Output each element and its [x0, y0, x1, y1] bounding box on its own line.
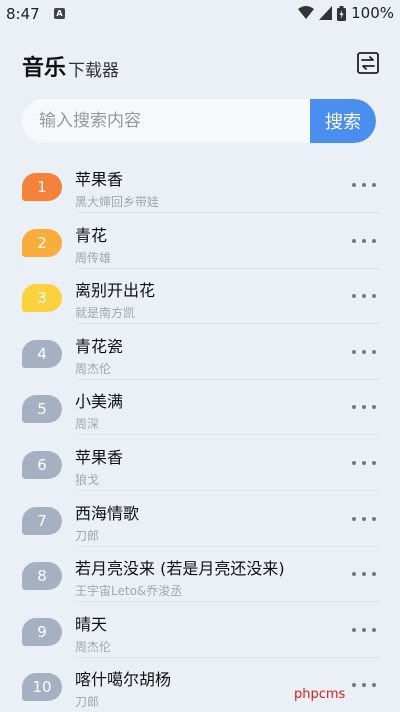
more-options-icon[interactable] [352, 342, 376, 362]
status-bar: 8:47 A 100% [0, 0, 400, 28]
search-button[interactable]: 搜索 [310, 99, 376, 143]
page-subtitle: 下载器 [68, 61, 119, 81]
wifi-icon [298, 6, 315, 19]
more-dot [372, 183, 376, 187]
song-row[interactable]: 2 青花周传雄 [0, 213, 400, 269]
song-row[interactable]: 7 西海情歌刀郎 [0, 491, 400, 547]
more-dot [352, 516, 356, 521]
page-title: 音乐 [22, 56, 67, 81]
song-row[interactable]: 1 苹果香黑大婶回乡带娃 [0, 157, 400, 213]
more-options-icon[interactable] [352, 675, 376, 695]
more-dot [372, 683, 376, 688]
song-title: 青花瓷 [75, 336, 124, 356]
more-dot [362, 461, 366, 465]
more-dot [352, 183, 356, 187]
swap-icon[interactable] [356, 51, 380, 75]
song-row[interactable]: 8 若月亮没来 (若是月亮还没来) 王宇宙Leto&乔浚丞 [0, 546, 400, 603]
more-dot [372, 405, 376, 410]
song-title: 若月亮没来 (若是月亮还没来) [75, 559, 285, 579]
battery-icon [337, 5, 347, 21]
watermark: phpcms [294, 687, 346, 702]
more-dot [352, 572, 356, 577]
song-artist: 王宇宙Leto&乔浚丞 [75, 584, 183, 599]
song-artist: 周深 [75, 417, 100, 432]
more-dot [352, 683, 356, 688]
more-dot [352, 627, 356, 632]
more-dot [362, 238, 366, 243]
rank-badge: 5 [22, 395, 62, 424]
more-dot [372, 349, 376, 354]
song-row[interactable]: 10 喀什噶尔胡杨刀郎 [0, 657, 400, 712]
song-row[interactable]: 9 晴天周杰伦 [0, 602, 400, 658]
a-notification-icon: A [54, 8, 65, 19]
rank-badge: 7 [22, 506, 62, 535]
song-title: 晴天 [75, 614, 108, 634]
more-dot [372, 572, 376, 577]
song-title: 西海情歌 [75, 503, 140, 523]
more-options-icon[interactable] [352, 175, 376, 195]
rank-badge: 1 [22, 173, 62, 201]
more-options-icon[interactable] [352, 231, 376, 251]
song-title: 喀什噶尔胡杨 [75, 670, 172, 690]
more-dot [372, 461, 376, 465]
more-dot [362, 627, 366, 632]
song-title: 离别开出花 [75, 281, 156, 301]
more-options-icon[interactable] [352, 509, 376, 529]
more-dot [352, 461, 356, 465]
song-artist: 狼戈 [75, 473, 100, 487]
more-dot [362, 294, 366, 299]
more-dot [362, 183, 366, 187]
more-dot [352, 405, 356, 410]
song-title: 苹果香 [75, 448, 124, 467]
song-artist: 周传雄 [75, 250, 112, 265]
more-dot [362, 572, 366, 577]
song-row[interactable]: 5 小美满周深 [0, 379, 400, 436]
more-dot [362, 405, 366, 410]
rank-badge: 8 [22, 562, 62, 591]
more-options-icon[interactable] [352, 286, 376, 306]
status-time: 8:47 [6, 5, 40, 23]
rank-badge: 10 [22, 673, 62, 702]
more-options-icon[interactable] [352, 397, 376, 417]
more-dot [352, 238, 356, 243]
rank-badge: 9 [22, 617, 62, 646]
status-right-group: 100% [298, 4, 394, 22]
more-dot [352, 294, 356, 299]
more-options-icon[interactable] [352, 453, 376, 473]
song-row[interactable]: 4 青花瓷周杰伦 [0, 324, 400, 380]
rank-badge: 4 [22, 339, 62, 368]
song-row[interactable]: 3 离别开出花就是南方凯 [0, 268, 400, 325]
song-artist: 刀郎 [75, 695, 100, 710]
more-dot [372, 627, 376, 632]
more-options-icon[interactable] [352, 620, 376, 640]
song-title: 苹果香 [75, 170, 124, 189]
more-dot [372, 516, 376, 521]
more-dot [372, 238, 376, 243]
song-artist: 黑大婶回乡带娃 [75, 195, 160, 209]
song-row[interactable]: 6 苹果香狼戈 [0, 435, 400, 491]
search-bar: 搜索 [22, 99, 376, 143]
more-dot [372, 294, 376, 299]
more-dot [352, 349, 356, 354]
app-header: 音乐 下载器 [0, 44, 400, 84]
rank-badge: 6 [22, 451, 62, 479]
battery-percent: 100% [351, 4, 394, 22]
song-artist: 刀郎 [75, 528, 100, 543]
more-dot [362, 683, 366, 688]
more-dot [362, 349, 366, 354]
song-artist: 周杰伦 [75, 639, 112, 654]
more-dot [362, 516, 366, 521]
rank-badge: 3 [22, 284, 62, 313]
more-options-icon[interactable] [352, 564, 376, 584]
song-title: 青花 [75, 225, 108, 245]
song-title: 小美满 [75, 392, 124, 412]
search-input[interactable] [22, 99, 292, 143]
signal-icon [319, 6, 333, 20]
song-artist: 周杰伦 [75, 361, 112, 376]
rank-badge: 2 [22, 228, 62, 257]
song-artist: 就是南方凯 [75, 306, 136, 321]
